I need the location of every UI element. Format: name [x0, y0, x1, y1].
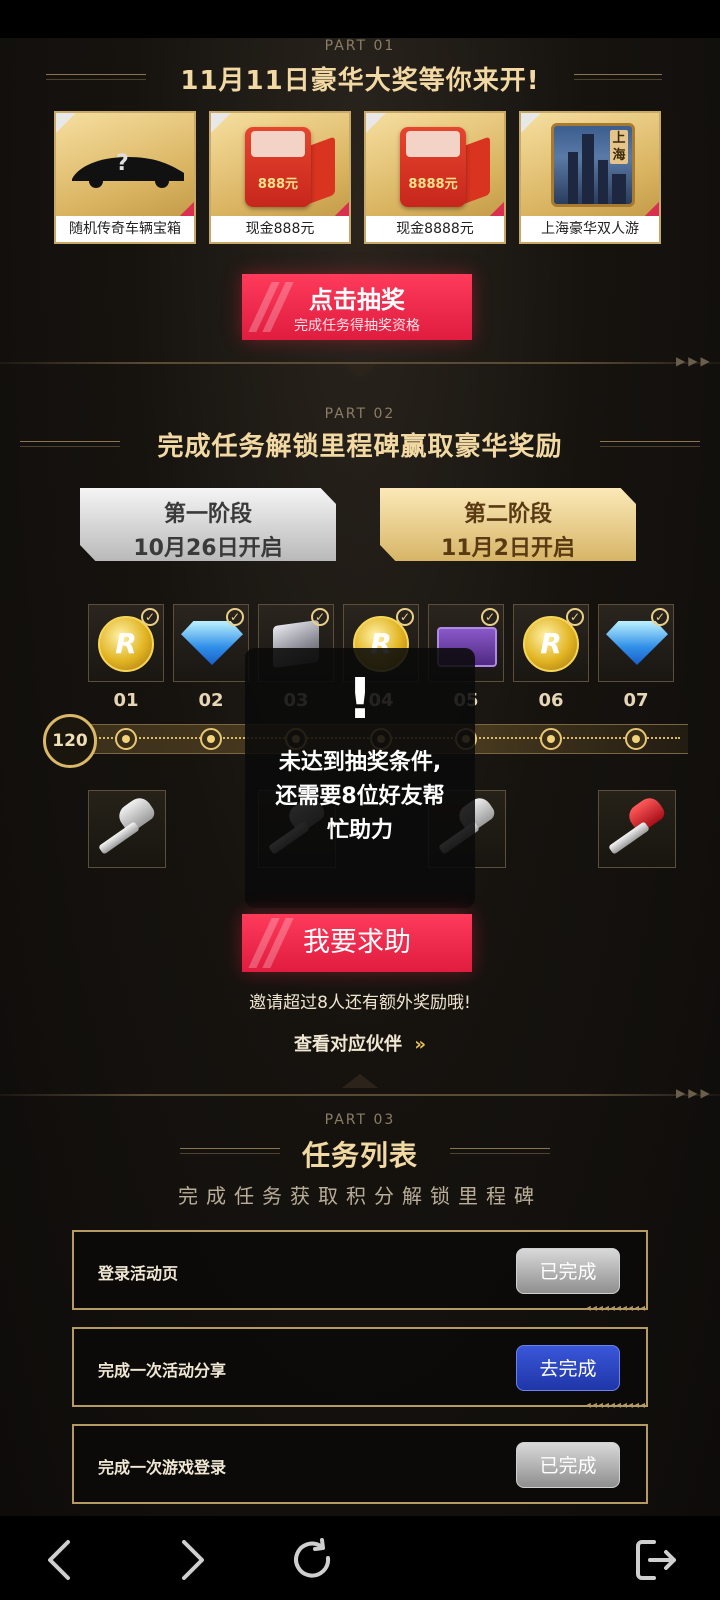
task-item: 完成一次活动分享 去完成 ◂◂◂◂◂◂◂◂◂◂ — [72, 1327, 648, 1411]
milestone-number: 06 — [538, 690, 564, 711]
part2-title: 完成任务解锁里程碑赢取豪华奖励 — [157, 432, 563, 462]
red-envelope-icon: 888元 — [245, 127, 311, 207]
key-reward[interactable] — [598, 790, 676, 868]
prize-card-mystery-car[interactable]: ? 随机传奇车辆宝箱 — [54, 111, 196, 244]
task-status-button[interactable]: 去完成 — [516, 1345, 620, 1391]
tab-stage-1[interactable]: 第一阶段 10月26日开启 — [80, 488, 336, 561]
refresh-icon[interactable] — [288, 1536, 336, 1584]
prize-caption: 上海豪华双人游 — [521, 216, 659, 242]
envelope-amount: 8888元 — [408, 177, 458, 192]
check-icon: ✓ — [566, 608, 584, 626]
check-icon: ✓ — [226, 608, 244, 626]
part3-title: 任务列表 — [301, 1139, 418, 1172]
question-mark-icon: ? — [116, 151, 129, 176]
milestone-number: 02 — [198, 690, 224, 711]
task-name: 完成一次游戏登录 — [98, 1458, 227, 1477]
diamond-icon — [606, 621, 668, 665]
request-help-button[interactable]: 我要求助 — [242, 914, 472, 972]
milestone-node — [115, 728, 137, 750]
milestone-reward-02[interactable]: ✓ — [173, 604, 249, 682]
part1-title: 11月11日豪华大奖等你来开! — [180, 66, 540, 96]
task-item: 完成一次游戏登录 已完成 — [72, 1424, 648, 1504]
check-icon: ✓ — [481, 608, 499, 626]
prize-caption: 现金8888元 — [366, 216, 504, 242]
check-icon: ✓ — [396, 608, 414, 626]
milestone-node — [540, 728, 562, 750]
view-partners-link[interactable]: 查看对应伙伴 » — [0, 1030, 720, 1056]
event-page[interactable]: PART 01 11月11日豪华大奖等你来开! ? 随机传奇车辆宝箱 888元 … — [0, 38, 720, 1516]
back-icon[interactable] — [38, 1536, 86, 1584]
red-envelope-icon: 8888元 — [400, 127, 466, 207]
milestone-node — [625, 728, 647, 750]
part3-subtitle: 完成任务获取积分解锁里程碑 — [178, 1184, 542, 1208]
task-status-button[interactable]: 已完成 — [516, 1442, 620, 1488]
shanghai-city-icon: 上海 — [551, 123, 635, 207]
prize-caption: 现金888元 — [211, 216, 349, 242]
double-chevron-right-icon: » — [414, 1034, 426, 1055]
section-divider — [0, 1094, 720, 1096]
envelope-amount: 888元 — [257, 177, 299, 192]
milestone-reward-01[interactable]: ✓ — [88, 604, 164, 682]
prize-caption: 随机传奇车辆宝箱 — [56, 216, 194, 242]
check-icon: ✓ — [141, 608, 159, 626]
milestone-reward-07[interactable]: ✓ — [598, 604, 674, 682]
task-name: 完成一次活动分享 — [98, 1361, 227, 1380]
task-status-button[interactable]: 已完成 — [516, 1248, 620, 1294]
browser-nav-bar — [0, 1516, 720, 1600]
part3-label: PART 03 — [324, 1112, 396, 1128]
tab-stage-2[interactable]: 第二阶段 11月2日开启 — [380, 488, 636, 561]
key-reward[interactable] — [88, 790, 166, 868]
part1-label: PART 01 — [324, 38, 396, 54]
task-item: 登录活动页 已完成 ◂◂◂◂◂◂◂◂◂◂ — [72, 1230, 648, 1314]
score-badge: 120 — [43, 714, 97, 768]
status-bar — [0, 0, 720, 38]
forward-icon[interactable] — [166, 1536, 214, 1584]
toast-message: ! 未达到抽奖条件,还需要8位好友帮忙助力 — [245, 648, 475, 908]
milestone-reward-06[interactable]: ✓ — [513, 604, 589, 682]
toast-text: 未达到抽奖条件,还需要8位好友帮忙助力 — [275, 750, 445, 843]
milestone-number: 07 — [623, 690, 649, 711]
check-icon: ✓ — [651, 608, 669, 626]
milestone-number: 01 — [113, 690, 139, 711]
exit-icon[interactable] — [632, 1536, 680, 1584]
diamond-icon — [181, 621, 243, 665]
prize-card-cash-8888[interactable]: 8888元 现金8888元 — [364, 111, 506, 244]
prize-card-cash-888[interactable]: 888元 现金888元 — [209, 111, 351, 244]
check-icon: ✓ — [311, 608, 329, 626]
exclamation-icon: ! — [347, 667, 373, 732]
city-label: 上海 — [610, 130, 628, 164]
prize-card-shanghai-trip[interactable]: 上海 上海豪华双人游 — [519, 111, 661, 244]
part2-label: PART 02 — [324, 406, 396, 422]
draw-lottery-button[interactable]: 点击抽奖 完成任务得抽奖资格 — [242, 274, 472, 340]
task-name: 登录活动页 — [98, 1264, 179, 1283]
invite-note: 邀请超过8人还有额外奖励哦! — [249, 993, 471, 1013]
milestone-node — [200, 728, 222, 750]
